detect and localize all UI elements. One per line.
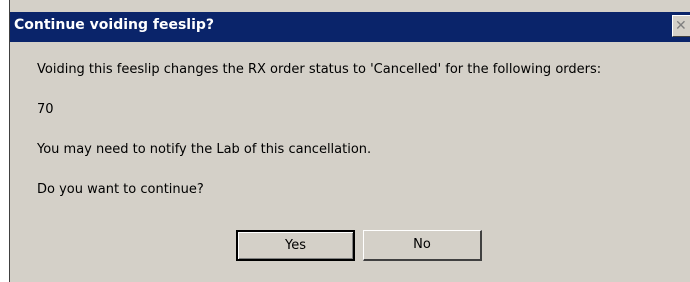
confirm-dialog: Continue voiding feeslip? ✕ Voiding this… [9, 0, 690, 282]
question-text: Do you want to continue? [37, 182, 204, 197]
message-line-1: Voiding this feeslip changes the RX orde… [37, 62, 602, 77]
message-line-2: You may need to notify the Lab of this c… [37, 142, 372, 157]
dialog-title: Continue voiding feeslip? [14, 17, 215, 33]
dialog-titlebar[interactable]: Continue voiding feeslip? ✕ [10, 12, 690, 42]
order-list: 70 [37, 102, 54, 117]
no-button[interactable]: No [363, 230, 482, 261]
close-button[interactable]: ✕ [672, 15, 690, 37]
close-icon: ✕ [675, 18, 687, 34]
yes-button[interactable]: Yes [236, 230, 355, 261]
